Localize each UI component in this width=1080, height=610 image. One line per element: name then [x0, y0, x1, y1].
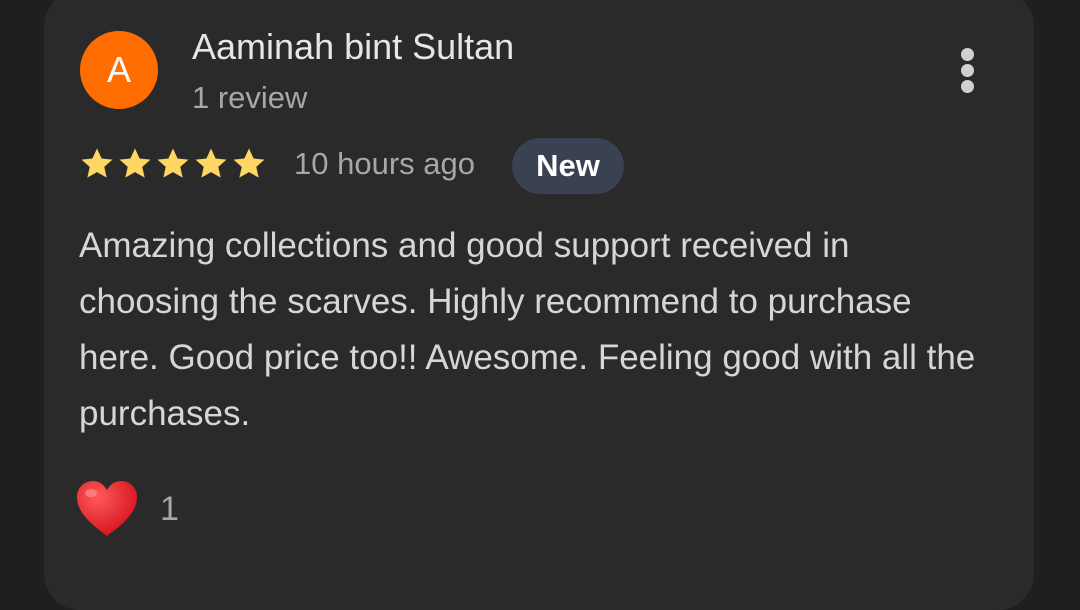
more-vert-icon — [961, 48, 974, 61]
heart-reaction-button[interactable] — [74, 478, 140, 540]
new-badge: New — [512, 138, 624, 194]
star-icon — [157, 148, 189, 178]
more-options-button[interactable] — [948, 40, 988, 102]
star-rating — [78, 145, 268, 185]
avatar[interactable]: A — [80, 31, 158, 109]
reviewer-name[interactable]: Aaminah bint Sultan — [192, 26, 514, 68]
heart-icon — [77, 481, 137, 536]
reviewer-review-count: 1 review — [192, 80, 308, 115]
star-icon — [233, 148, 265, 178]
star-icon — [119, 148, 151, 178]
review-text: Amazing collections and good support rec… — [79, 226, 976, 433]
more-vert-icon-dot — [961, 64, 974, 77]
star-icon — [195, 148, 227, 178]
reaction-count: 1 — [160, 490, 179, 528]
star-icon — [81, 148, 113, 178]
more-vert-icon-dot — [961, 80, 974, 93]
review-timestamp: 10 hours ago — [294, 146, 475, 181]
